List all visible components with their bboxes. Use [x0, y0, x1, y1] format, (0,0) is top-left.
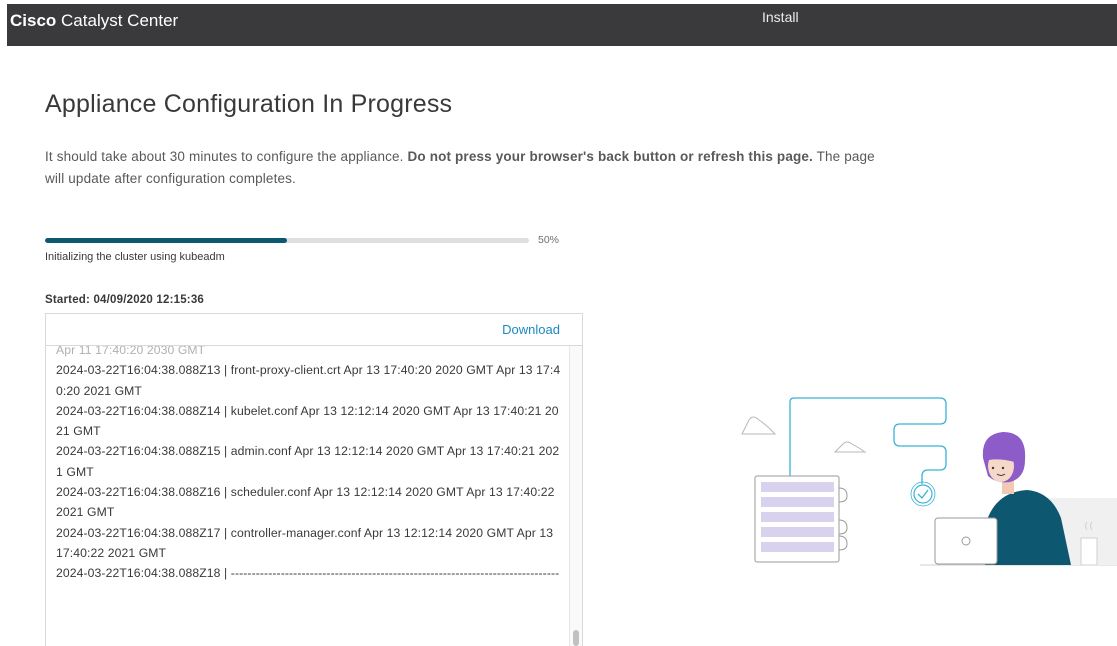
- log-line: 2024-03-22T16:04:38.088Z18 | -----------…: [56, 566, 560, 581]
- section-title: Install: [762, 9, 799, 25]
- brand-name: Cisco: [10, 11, 57, 30]
- log-line: 2024-03-22T16:04:38.088Z16 | scheduler.c…: [56, 485, 555, 520]
- progress-percent: 50%: [538, 234, 560, 246]
- check-circle-icon: [913, 484, 933, 504]
- log-line: Apr 11 17:40:20 2030 GMT: [56, 346, 206, 357]
- description-text-1: It should take about 30 minutes to confi…: [45, 149, 408, 164]
- log-line: 2024-03-22T16:04:38.088Z13 | front-proxy…: [56, 363, 561, 398]
- log-output[interactable]: Apr 11 17:40:20 2030 GMT 2024-03-22T16:04…: [46, 346, 582, 646]
- cloud-icon: [833, 441, 867, 453]
- laptop-icon: [934, 517, 998, 565]
- page-title: Appliance Configuration In Progress: [45, 90, 453, 118]
- server-rack-icon: [754, 475, 848, 563]
- log-panel: Download Apr 11 17:40:20 2030 GMT 2024-03…: [45, 313, 583, 646]
- brand-logo[interactable]: Cisco Catalyst Center: [10, 11, 178, 31]
- log-line: 2024-03-22T16:04:38.088Z17 | controller-…: [56, 525, 554, 560]
- log-line: 2024-03-22T16:04:38.088Z15 | admin.conf …: [56, 444, 560, 479]
- download-link[interactable]: Download: [502, 322, 560, 337]
- product-name: Catalyst Center: [61, 11, 179, 30]
- log-scrollbar-thumb[interactable]: [573, 630, 579, 646]
- log-line: 2024-03-22T16:04:38.088Z14 | kubelet.con…: [56, 403, 559, 439]
- progress-step-label: Initializing the cluster using kubeadm: [45, 251, 225, 263]
- description-warning: Do not press your browser's back button …: [407, 149, 813, 164]
- illustration-person-at-laptop: [741, 397, 1117, 566]
- progress-bar: [45, 238, 529, 243]
- log-scrollbar[interactable]: [569, 346, 582, 646]
- log-panel-header: Download: [46, 314, 582, 346]
- started-timestamp: Started: 04/09/2020 12:15:36: [45, 294, 205, 306]
- progress-bar-fill: [45, 238, 287, 243]
- connection-line-icon: [789, 397, 947, 484]
- log-lines: Apr 11 17:40:20 2030 GMT 2024-03-22T16:04…: [56, 346, 561, 584]
- page-description: It should take about 30 minutes to confi…: [45, 146, 875, 190]
- cloud-icon: [741, 416, 777, 435]
- top-bar: Cisco Catalyst Center Install: [7, 4, 1117, 46]
